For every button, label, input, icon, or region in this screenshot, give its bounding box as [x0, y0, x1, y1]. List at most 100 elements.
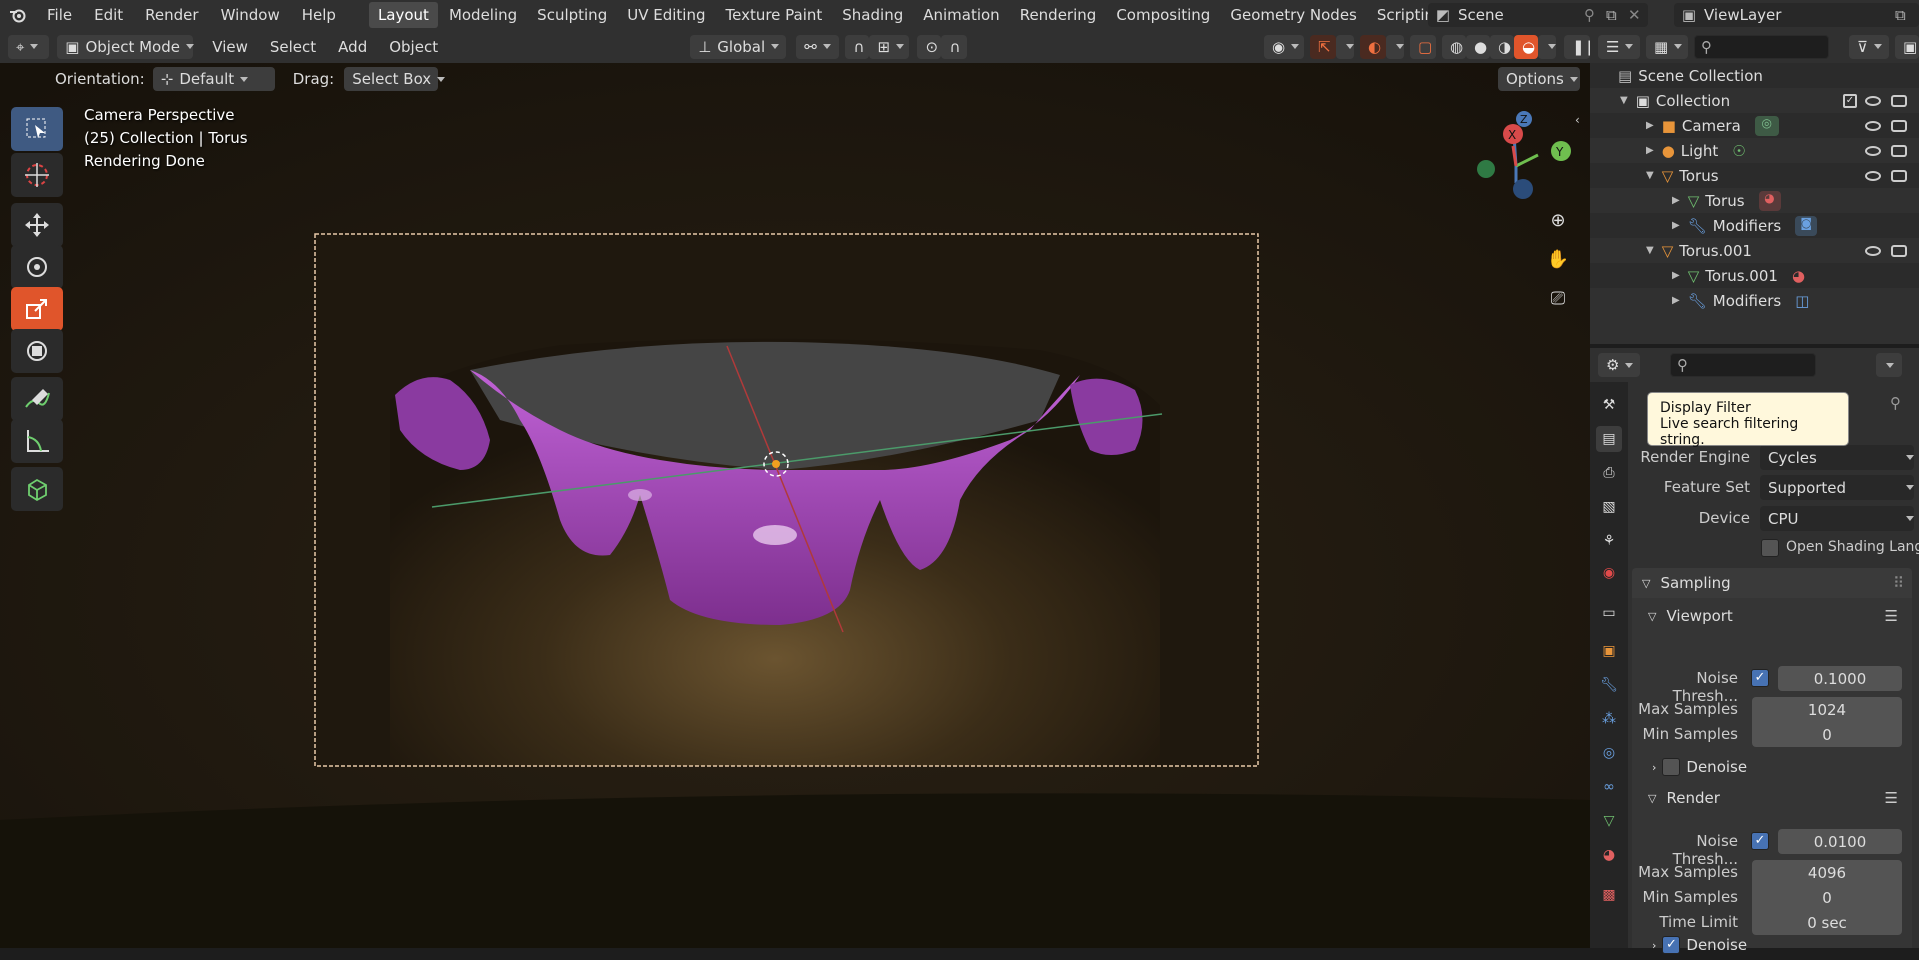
snap-selector[interactable]: ⊞: [869, 34, 910, 59]
render-noise-checkbox[interactable]: ✓: [1751, 832, 1769, 850]
outliner-filter-button[interactable]: ⊽: [1849, 34, 1889, 59]
viewport-noise-checkbox[interactable]: ✓: [1751, 669, 1769, 687]
render-camera-icon[interactable]: [1891, 119, 1907, 132]
select-box-tool[interactable]: [11, 107, 63, 151]
menu-add[interactable]: Add: [327, 34, 378, 60]
properties-editor-type[interactable]: ⚙: [1598, 353, 1640, 377]
proportional-edit-toggle[interactable]: ⊙: [917, 34, 942, 59]
visibility-eye-icon[interactable]: [1865, 120, 1881, 131]
scene-tab-icon[interactable]: ⚘: [1596, 528, 1622, 554]
expand-icon[interactable]: ▶: [1646, 145, 1654, 156]
workspace-tab-rendering[interactable]: Rendering: [1011, 2, 1106, 28]
render-max-field[interactable]: 4096: [1752, 860, 1902, 885]
visibility-eye-icon[interactable]: [1865, 145, 1881, 156]
snap-toggle[interactable]: ∩: [845, 34, 870, 59]
menu-help[interactable]: Help: [291, 2, 347, 28]
transform-tool[interactable]: [11, 329, 63, 373]
overlay-toggle[interactable]: ◐: [1360, 34, 1386, 59]
viewport-denoise-checkbox[interactable]: [1662, 758, 1681, 776]
move-tool[interactable]: [11, 203, 63, 247]
outliner-row-torus-001[interactable]: ▼ ▽ Torus.001: [1590, 238, 1919, 263]
expand-icon[interactable]: ▶: [1672, 295, 1680, 306]
menu-window[interactable]: Window: [210, 2, 291, 28]
outliner-row-torus-mesh[interactable]: ▶ ▽ Torus ◕: [1590, 188, 1919, 213]
menu-view[interactable]: View: [201, 34, 259, 60]
render-min-field[interactable]: 0: [1752, 885, 1902, 910]
menu-edit[interactable]: Edit: [83, 2, 134, 28]
scene-selector[interactable]: ◩ Scene ⚲ ⧉ ✕: [1428, 3, 1648, 27]
visibility-eye-icon[interactable]: [1865, 245, 1881, 256]
xray-toggle[interactable]: ▢: [1410, 34, 1436, 59]
pivot-selector[interactable]: ⚯: [796, 34, 840, 59]
viewport-min-field[interactable]: 0: [1752, 722, 1902, 747]
feature-set-selector[interactable]: Supported: [1760, 475, 1914, 500]
workspace-tab-shading[interactable]: Shading: [833, 2, 912, 28]
viewport-noise-field[interactable]: 0.1000: [1778, 666, 1902, 691]
viewport-subpanel-header[interactable]: ▽ Viewport ☰: [1648, 601, 1908, 631]
render-tab-icon[interactable]: ▤: [1596, 426, 1622, 452]
drag-handle-icon[interactable]: ⠿: [1893, 574, 1904, 592]
sidebar-collapse-icon[interactable]: ‹: [1575, 113, 1580, 127]
particles-tab-icon[interactable]: ⁂: [1596, 706, 1622, 732]
expand-icon[interactable]: ▼: [1620, 95, 1628, 106]
gizmo-dropdown[interactable]: [1336, 34, 1354, 59]
object-tab-icon[interactable]: ▣: [1596, 638, 1622, 664]
cursor-tool[interactable]: [11, 153, 63, 197]
osl-checkbox[interactable]: [1761, 539, 1779, 557]
viewport-max-field[interactable]: 1024: [1752, 697, 1902, 722]
orientation-selector[interactable]: ⊹ Default: [152, 67, 275, 91]
render-denoise-header[interactable]: › ✓ Denoise: [1652, 930, 1902, 960]
collection-tab-icon[interactable]: ▭: [1596, 600, 1622, 626]
outliner-row-torus[interactable]: ▼ ▽ Torus: [1590, 163, 1919, 188]
shading-rendered[interactable]: ◒: [1514, 34, 1538, 59]
pan-hand-icon[interactable]: ✋: [1543, 249, 1573, 279]
view-layer-selector[interactable]: ▣ ViewLayer ⧉: [1674, 3, 1919, 27]
menu-render[interactable]: Render: [134, 2, 209, 28]
shading-material[interactable]: ◑: [1490, 34, 1514, 59]
viewport-denoise-header[interactable]: › Denoise: [1652, 752, 1902, 782]
workspace-tab-layout[interactable]: Layout: [368, 2, 438, 28]
workspace-tab-animation[interactable]: Animation: [914, 2, 1008, 28]
add-cube-tool[interactable]: [11, 467, 63, 511]
mode-selector[interactable]: ▣ Object Mode: [57, 34, 194, 59]
render-subpanel-header[interactable]: ▽ Render ☰: [1648, 783, 1908, 813]
new-collection-button[interactable]: ▣: [1895, 34, 1919, 59]
new-view-layer-icon[interactable]: ⧉: [1895, 6, 1919, 24]
visibility-eye-icon[interactable]: [1865, 170, 1881, 181]
camera-view-icon[interactable]: ⎚: [1543, 288, 1573, 318]
menu-select[interactable]: Select: [259, 34, 327, 60]
zoom-icon[interactable]: ⊕: [1543, 210, 1573, 240]
transform-orientation-selector[interactable]: ⊥ Global: [690, 34, 787, 59]
render-camera-icon[interactable]: [1891, 94, 1907, 107]
shading-dropdown[interactable]: [1538, 34, 1556, 59]
collapse-icon[interactable]: ▼: [1646, 170, 1654, 181]
physics-tab-icon[interactable]: ◎: [1596, 740, 1622, 766]
material-tab-icon[interactable]: ◕: [1596, 842, 1622, 868]
data-tab-icon[interactable]: ▽: [1596, 808, 1622, 834]
expand-icon[interactable]: ▶: [1646, 120, 1654, 131]
collection-checkbox[interactable]: ✓: [1843, 93, 1857, 108]
expand-icon[interactable]: ▶: [1672, 220, 1680, 231]
expand-icon[interactable]: ▶: [1672, 270, 1680, 281]
properties-search-input[interactable]: ⚲: [1670, 353, 1816, 377]
outliner-row-camera[interactable]: ▶ ■ Camera ◎: [1590, 113, 1919, 138]
shading-wireframe[interactable]: ◍: [1442, 34, 1466, 59]
outliner-row-light[interactable]: ▶ ● Light ☉: [1590, 138, 1919, 163]
visibility-eye-icon[interactable]: [1865, 95, 1881, 106]
blender-logo-icon[interactable]: [0, 7, 36, 23]
workspace-tab-modeling[interactable]: Modeling: [440, 2, 526, 28]
rotate-tool[interactable]: [11, 245, 63, 289]
device-selector[interactable]: CPU: [1760, 506, 1914, 531]
view-layer-tab-icon[interactable]: ▧: [1596, 494, 1622, 520]
modifier-tab-icon[interactable]: 🔧︎: [1596, 672, 1622, 698]
drag-selector[interactable]: Select Box: [344, 67, 439, 91]
measure-tool[interactable]: [11, 419, 63, 463]
presets-list-icon[interactable]: ☰: [1885, 607, 1898, 625]
tool-tab-icon[interactable]: ⚒: [1596, 392, 1622, 418]
collapse-icon[interactable]: ▼: [1646, 245, 1654, 256]
options-button[interactable]: Options: [1498, 67, 1580, 91]
texture-tab-icon[interactable]: ▩: [1596, 882, 1622, 908]
outliner-row-modifiers-001[interactable]: ▶ 🔧︎ Modifiers ◫: [1590, 288, 1919, 313]
presets-list-icon[interactable]: ☰: [1885, 789, 1898, 807]
proportional-falloff[interactable]: ∩: [941, 34, 968, 59]
